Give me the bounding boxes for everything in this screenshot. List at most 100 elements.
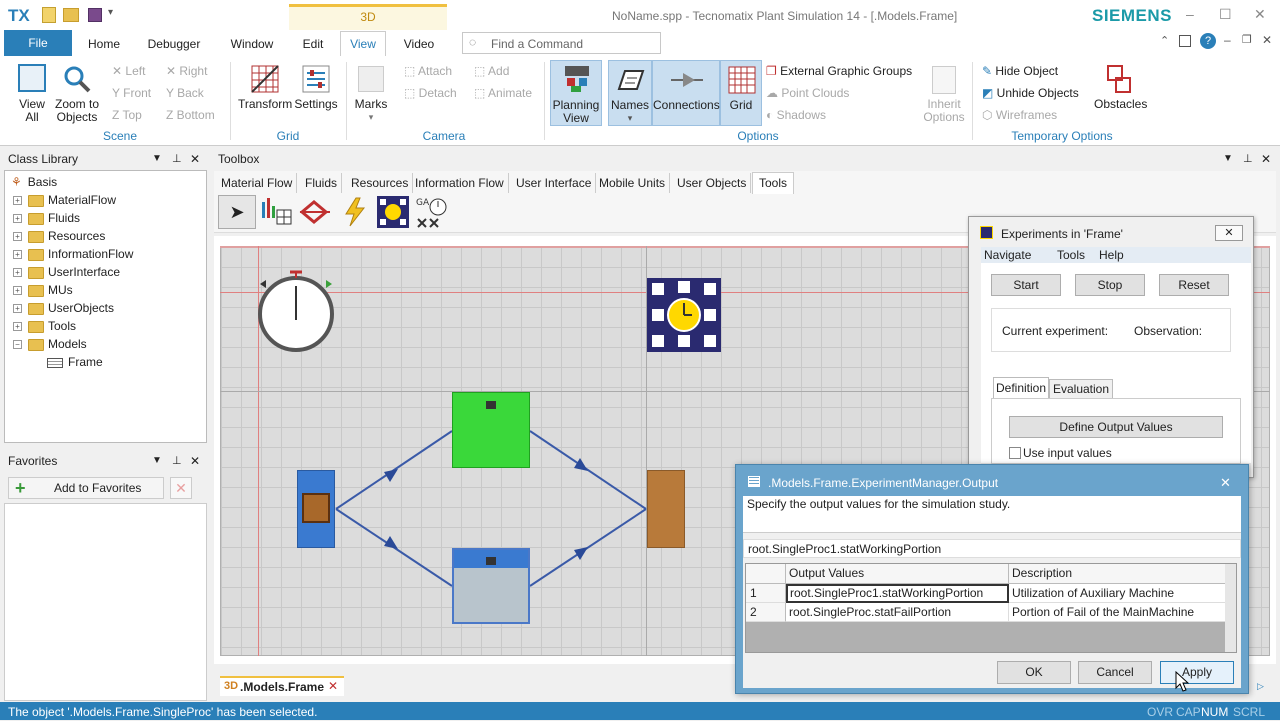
expand-icon[interactable]: + xyxy=(13,268,22,278)
mdi-minimize-icon[interactable]: – xyxy=(1224,33,1231,47)
obstacles-button[interactable]: Obstacles xyxy=(1094,64,1147,111)
expand-icon[interactable]: + xyxy=(13,286,22,296)
stop-button[interactable]: Stop xyxy=(1075,274,1145,296)
mdi-close-icon[interactable]: ✕ xyxy=(1262,33,1272,47)
tab-edit[interactable]: Edit xyxy=(296,34,330,54)
document-tab-close-icon[interactable]: ✕ xyxy=(328,679,338,693)
panel-dropdown-icon[interactable]: ▼ xyxy=(1223,148,1233,170)
method-tool-icon[interactable] xyxy=(298,198,332,226)
tree-item-materialflow[interactable]: + MaterialFlow xyxy=(13,191,116,209)
tab-debugger[interactable]: Debugger xyxy=(140,34,208,54)
singleproc-object[interactable] xyxy=(452,548,530,624)
view-all-button[interactable]: View All xyxy=(14,64,50,124)
expand-icon[interactable]: + xyxy=(13,214,22,224)
output-dialog-close-icon[interactable]: ✕ xyxy=(1220,475,1231,491)
top-view-button[interactable]: Z Top xyxy=(112,106,142,124)
genetic-algorithm-tool-icon[interactable]: GA xyxy=(414,195,450,229)
toolbox-tab-fluids[interactable]: Fluids xyxy=(301,173,343,193)
toolbox-tab-resources[interactable]: Resources xyxy=(347,173,414,193)
tree-item-mus[interactable]: + MUs xyxy=(13,281,73,299)
tree-item-tools[interactable]: + Tools xyxy=(13,317,76,335)
panel-dropdown-icon[interactable]: ▼ xyxy=(152,450,162,472)
column-header-output-values[interactable]: Output Values xyxy=(786,564,1009,584)
tree-item-informationflow[interactable]: + InformationFlow xyxy=(13,245,133,263)
add-to-favorites-button[interactable]: + Add to Favorites xyxy=(8,477,164,499)
menu-navigate[interactable]: Navigate xyxy=(984,248,1031,262)
mdi-restore-icon[interactable]: ❐ xyxy=(1242,33,1252,46)
pointer-tool-icon[interactable]: ➤ xyxy=(218,195,256,229)
expand-icon[interactable]: + xyxy=(13,250,22,260)
attach-button[interactable]: ⬚ Attach xyxy=(404,62,452,80)
front-view-button[interactable]: Y Front xyxy=(112,84,151,102)
generator-tool-icon[interactable] xyxy=(340,196,368,228)
back-view-button[interactable]: Y Back xyxy=(166,84,204,102)
experiment-manager-tool-icon[interactable] xyxy=(376,195,410,229)
experiments-close-icon[interactable]: ✕ xyxy=(1215,225,1243,241)
close-icon[interactable]: ✕ xyxy=(1254,6,1266,23)
description-cell[interactable]: Utilization of Auxiliary Machine xyxy=(1009,584,1225,603)
toolbox-tab-mobile-units[interactable]: Mobile Units xyxy=(595,173,671,193)
unhide-objects-button[interactable]: ◩ Unhide Objects xyxy=(982,84,1079,102)
tab-home[interactable]: Home xyxy=(82,34,126,54)
table-scrollbar[interactable] xyxy=(1225,564,1236,652)
panel-close-icon[interactable]: ✕ xyxy=(190,450,200,472)
minimize-icon[interactable]: – xyxy=(1186,6,1194,22)
save-icon[interactable] xyxy=(88,8,102,22)
expand-icon[interactable]: + xyxy=(13,196,22,206)
collapse-icon[interactable]: − xyxy=(13,340,22,350)
event-controller-clock-icon[interactable] xyxy=(256,268,338,356)
tree-item-frame[interactable]: Frame xyxy=(47,353,103,371)
remove-favorite-icon[interactable]: ✕ xyxy=(170,477,192,499)
reset-button[interactable]: Reset xyxy=(1159,274,1229,296)
expand-icon[interactable]: + xyxy=(13,322,22,332)
external-graphic-groups-button[interactable]: ❐ External Graphic Groups xyxy=(766,62,912,80)
tree-item-models[interactable]: − Models xyxy=(13,335,87,353)
column-header-description[interactable]: Description xyxy=(1009,564,1225,584)
scroll-right-icon[interactable]: ▷ xyxy=(1257,681,1264,692)
hide-object-button[interactable]: ✎ Hide Object xyxy=(982,62,1058,80)
new-file-icon[interactable] xyxy=(42,7,56,23)
tab-video[interactable]: Video xyxy=(396,34,442,54)
pin-icon[interactable]: ⊥ xyxy=(172,450,182,472)
experiment-manager-object-icon[interactable] xyxy=(646,277,722,353)
context-tab-3d[interactable]: 3D xyxy=(289,4,447,30)
document-tab-models-frame[interactable]: 3D .Models.Frame ✕ xyxy=(220,676,344,696)
apply-button[interactable]: Apply xyxy=(1160,661,1234,684)
menu-help[interactable]: Help xyxy=(1099,248,1124,262)
right-view-button[interactable]: ✕ Right xyxy=(166,62,207,80)
pin-icon[interactable]: ⊥ xyxy=(172,148,182,170)
toolbox-tab-user-objects[interactable]: User Objects xyxy=(673,173,752,193)
description-cell[interactable]: Portion of Fail of the MainMachine xyxy=(1009,603,1225,622)
tab-file[interactable]: File xyxy=(4,30,72,56)
current-value-field[interactable]: root.SingleProc1.statWorkingPortion xyxy=(743,539,1241,558)
left-view-button[interactable]: ✕ Left xyxy=(112,62,145,80)
command-search-box[interactable]: ◌ Find a Command xyxy=(462,32,661,54)
chart-tool-icon[interactable] xyxy=(260,196,294,228)
quick-access-dropdown-icon[interactable]: ▾ xyxy=(108,7,113,18)
tree-item-userinterface[interactable]: + UserInterface xyxy=(13,263,120,281)
tab-evaluation[interactable]: Evaluation xyxy=(1049,379,1113,399)
grid-settings-button[interactable]: Settings xyxy=(292,64,340,111)
pin-icon[interactable]: ⊥ xyxy=(1243,148,1253,170)
output-value-cell-selected[interactable]: root.SingleProc1.statWorkingPortion xyxy=(786,584,1009,603)
tab-view[interactable]: View xyxy=(340,31,386,56)
detach-button[interactable]: ⬚ Detach xyxy=(404,84,457,102)
open-folder-icon[interactable] xyxy=(63,8,79,22)
use-input-values-checkbox[interactable] xyxy=(1009,447,1021,459)
tab-window[interactable]: Window xyxy=(223,34,281,54)
zoom-to-objects-button[interactable]: Zoom to Objects xyxy=(54,64,100,124)
toolbox-tab-material-flow[interactable]: Material Flow xyxy=(217,173,298,193)
names-button[interactable]: Names ▾ xyxy=(608,60,652,126)
shadows-button[interactable]: ◐ Shadows xyxy=(766,106,826,124)
expand-icon[interactable]: + xyxy=(13,232,22,242)
source-object[interactable] xyxy=(297,470,335,548)
ok-button[interactable]: OK xyxy=(997,661,1071,684)
connections-button[interactable]: Connections xyxy=(652,60,720,126)
tree-item-resources[interactable]: + Resources xyxy=(13,227,105,245)
help-icon[interactable]: ? xyxy=(1200,33,1216,49)
drain-object[interactable] xyxy=(647,470,685,548)
add-camera-button[interactable]: ⬚ Add xyxy=(474,62,509,80)
panel-dropdown-icon[interactable]: ▼ xyxy=(152,148,162,170)
toolbox-tab-information-flow[interactable]: Information Flow xyxy=(411,173,509,193)
start-button[interactable]: Start xyxy=(991,274,1061,296)
